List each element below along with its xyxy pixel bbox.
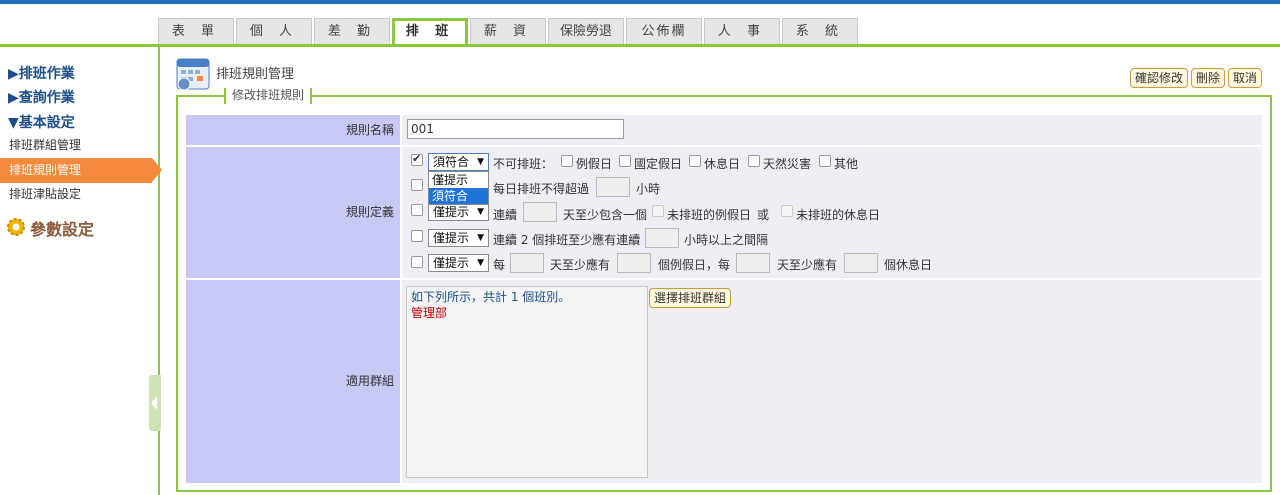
rule4-hours-input[interactable] — [645, 228, 679, 248]
sidebar-item-allowance[interactable]: 排班津貼設定 — [0, 182, 158, 207]
tab-system[interactable]: 系 統 — [782, 18, 858, 44]
rule3-checkbox[interactable] — [411, 204, 423, 216]
fieldset-legend: 修改排班規則 — [224, 88, 313, 104]
rule-definition-label: 規則定義 — [186, 147, 400, 278]
sidebar-section-query[interactable]: ▶查詢作業 — [8, 87, 75, 107]
sidebar-param-settings[interactable]: 參數設定 — [30, 216, 94, 240]
rule4-checkbox[interactable] — [411, 230, 423, 242]
tab-payroll[interactable]: 薪 資 — [470, 18, 546, 44]
rule3-rest-day-checkbox[interactable] — [781, 205, 793, 217]
rule1-opt-regular-holiday-checkbox[interactable] — [561, 155, 573, 167]
main-tab-bar: 表 單 個 人 差 勤 排 班 薪 資 保險勞退 公佈欄 人 事 系 統 — [158, 18, 860, 45]
group-item: 管理部 — [411, 306, 448, 320]
rule5-rest-days-input[interactable] — [844, 253, 878, 273]
rule2-text-2: 小時 — [636, 182, 661, 196]
tab-hr[interactable]: 人 事 — [704, 18, 780, 44]
tab-personal[interactable]: 個 人 — [236, 18, 312, 44]
rule5-days-input-2[interactable] — [736, 253, 770, 273]
chevron-left-icon — [151, 396, 157, 410]
choose-group-button[interactable]: 選擇排班群組 — [649, 288, 732, 308]
rule3-text-or: 或 — [757, 208, 770, 222]
rule1-opt-rest-day-label: 休息日 — [704, 157, 741, 171]
group-list-box: 如下列所示，共計 1 個班別。 管理部 — [406, 286, 648, 478]
top-accent-line — [0, 0, 1280, 4]
sidebar-item-rule-mgmt[interactable]: 排班規則管理 — [0, 158, 162, 183]
rule1-select[interactable]: 須符合 ▼ — [428, 153, 489, 171]
rule5-text-1: 每 — [493, 258, 506, 272]
rule-name-label: 規則名稱 — [186, 115, 400, 145]
sidebar-section-scheduling[interactable]: ▶排班作業 — [8, 63, 75, 83]
dropdown-option-must[interactable]: 須符合 — [429, 188, 488, 204]
rule1-opt-national-holiday-label: 國定假日 — [634, 157, 683, 171]
sidebar-item-group-mgmt[interactable]: 排班群組管理 — [0, 133, 158, 158]
gear-icon — [7, 218, 25, 236]
rule3-text-4: 未排班的休息日 — [796, 208, 881, 222]
rule1-opt-disaster-checkbox[interactable] — [748, 155, 760, 167]
rule5-text-2: 天至少應有 — [550, 258, 611, 272]
rule5-text-3: 個例假日，每 — [658, 258, 731, 272]
page-title: 排班規則管理 — [216, 67, 295, 82]
select-dropdown-list: 僅提示 須符合 — [428, 171, 489, 205]
tab-underline — [0, 44, 1280, 47]
delete-button[interactable]: 刪除 — [1190, 68, 1225, 88]
rule1-opt-national-holiday-checkbox[interactable] — [619, 155, 631, 167]
rule1-opt-other-label: 其他 — [834, 157, 859, 171]
rule3-regular-holiday-checkbox[interactable] — [652, 205, 664, 217]
rule4-select[interactable]: 僅提示 ▼ — [428, 229, 489, 247]
rule1-opt-rest-day-checkbox[interactable] — [689, 155, 701, 167]
rule4-text-2: 小時以上之間隔 — [684, 233, 769, 247]
rule3-text-2: 天至少包含一個 — [563, 208, 648, 222]
rule-name-input[interactable]: 001 — [407, 119, 624, 139]
rule2-checkbox[interactable] — [411, 179, 423, 191]
tab-scheduling[interactable]: 排 班 — [392, 18, 468, 45]
rule2-hours-input[interactable] — [596, 177, 630, 197]
rule1-opt-disaster-label: 天然災害 — [763, 157, 812, 171]
calendar-icon — [176, 58, 210, 90]
rule1-opt-other-checkbox[interactable] — [819, 155, 831, 167]
rule3-days-input[interactable] — [523, 202, 557, 222]
rule5-text-4: 天至少應有 — [777, 258, 838, 272]
rule4-text-1: 連續 2 個排班至少應有連續 — [493, 233, 641, 247]
applicable-groups-label: 適用群組 — [186, 280, 400, 483]
rule1-checkbox[interactable] — [411, 152, 423, 166]
rule5-text-5: 個休息日 — [884, 258, 933, 272]
tab-forms[interactable]: 表 單 — [158, 18, 234, 44]
rule5-select[interactable]: 僅提示 ▼ — [428, 254, 489, 272]
rule1-opt-regular-holiday-label: 例假日 — [576, 157, 613, 171]
rule2-text-1: 每日排班不得超過 — [493, 182, 590, 196]
rule1-text: 不可排班： — [493, 157, 554, 171]
rule3-select[interactable]: 僅提示 ▼ — [428, 203, 489, 221]
sidebar-section-basic[interactable]: ▼基本設定 — [8, 112, 75, 132]
rule5-checkbox[interactable] — [411, 256, 423, 268]
rule5-holidays-input[interactable] — [617, 253, 651, 273]
rule3-text-1: 連續 — [493, 208, 518, 222]
tab-insurance[interactable]: 保險勞退 — [548, 18, 624, 44]
action-buttons: 確認修改 刪除 取消 — [1129, 68, 1262, 88]
tab-attendance[interactable]: 差 勤 — [314, 18, 390, 44]
rule5-days-input-1[interactable] — [510, 253, 544, 273]
dropdown-option-hint[interactable]: 僅提示 — [429, 172, 488, 188]
confirm-button[interactable]: 確認修改 — [1129, 68, 1188, 88]
sidebar-collapse-handle[interactable] — [149, 375, 161, 431]
group-summary-text: 如下列所示，共計 1 個班別。 — [411, 290, 571, 304]
rule3-text-3: 未排班的例假日 — [667, 208, 752, 222]
cancel-button[interactable]: 取消 — [1227, 68, 1262, 88]
tab-bulletin[interactable]: 公佈欄 — [626, 18, 702, 44]
sidebar: ▶排班作業 ▶查詢作業 ▼基本設定 排班群組管理 排班規則管理 排班津貼設定 參… — [0, 47, 162, 495]
